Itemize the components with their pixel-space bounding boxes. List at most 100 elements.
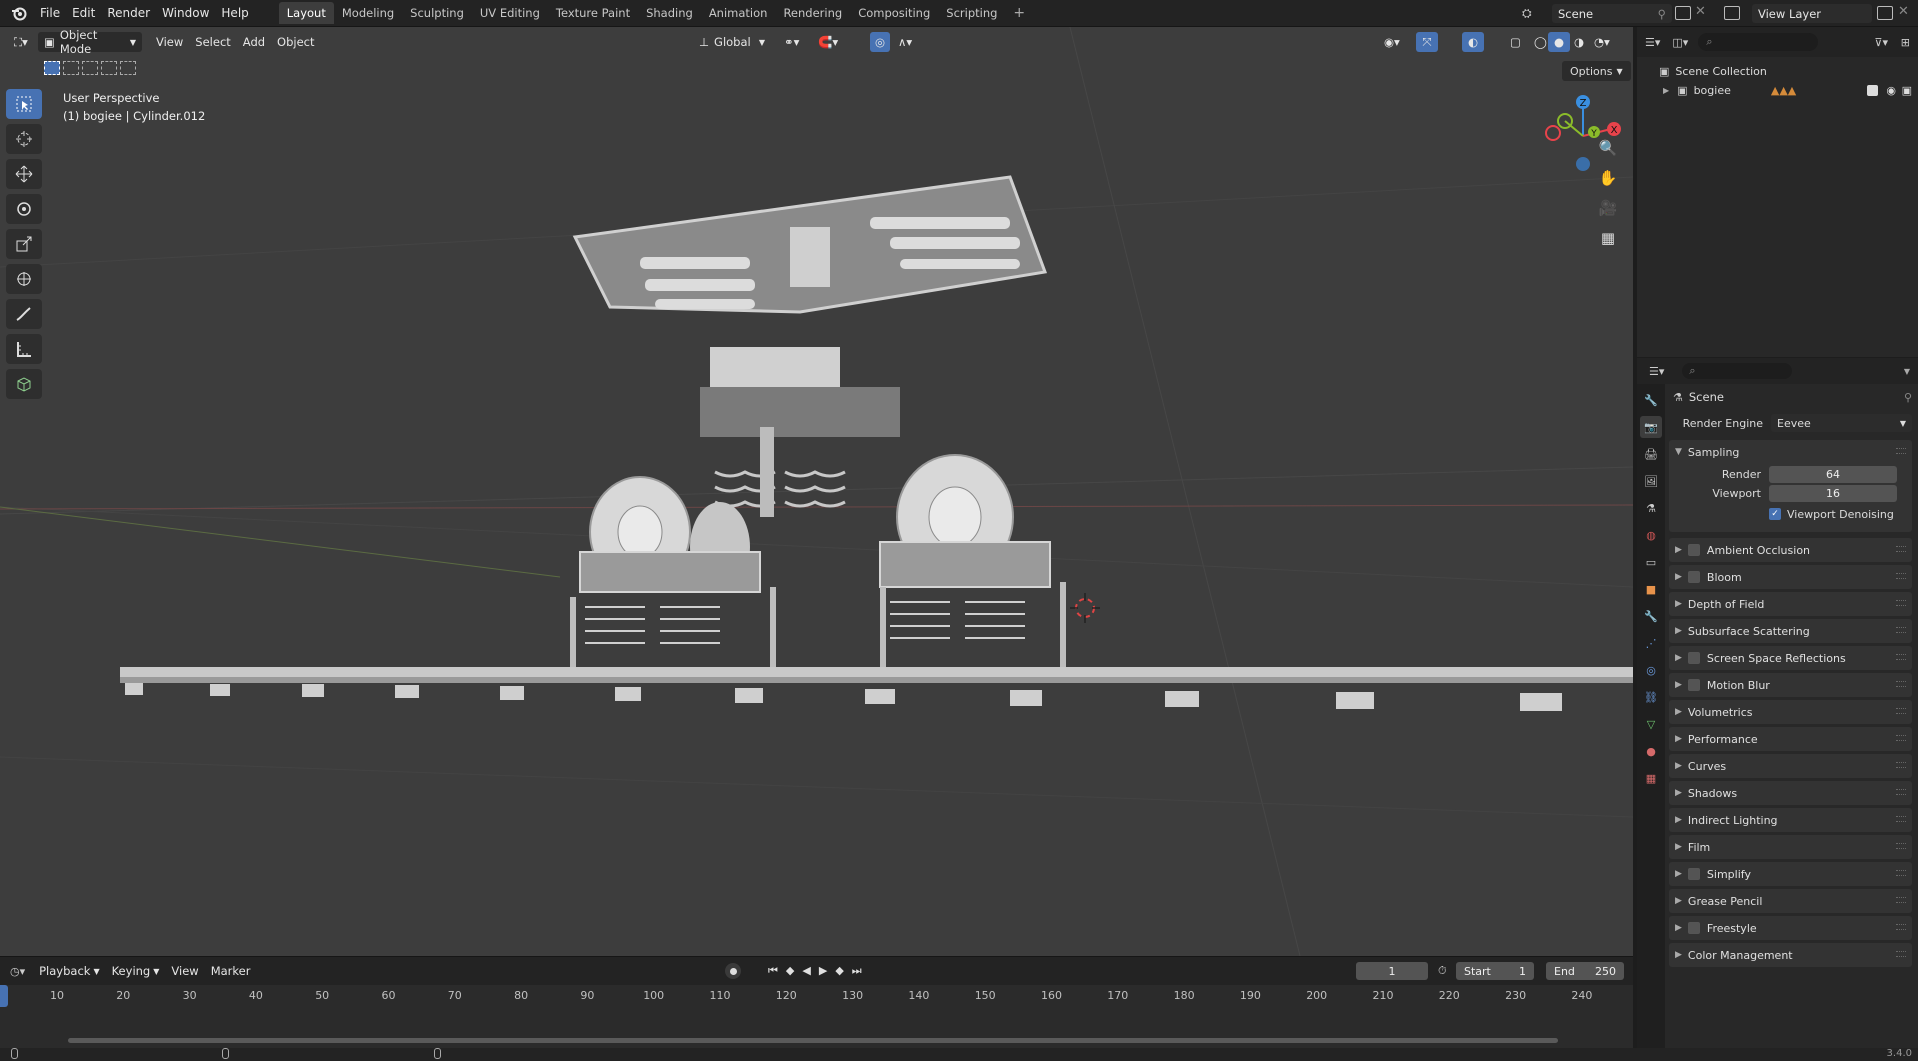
visibility-icon[interactable]: ◉▾ [1378, 32, 1406, 52]
new-collection-icon[interactable]: ⊞ [1901, 36, 1910, 49]
menu-window[interactable]: Window [156, 3, 215, 23]
scale-tool-icon[interactable] [6, 229, 42, 259]
menu-render[interactable]: Render [101, 3, 156, 23]
tab-uv-editing[interactable]: UV Editing [472, 2, 548, 24]
current-frame-field[interactable]: 1 [1356, 962, 1428, 980]
drag-handle-icon[interactable] [1896, 762, 1906, 768]
shading-solid-icon[interactable]: ● [1548, 32, 1571, 52]
viewport-denoising-checkbox[interactable]: ✓ [1769, 508, 1781, 520]
record-icon[interactable] [725, 963, 741, 979]
properties-search[interactable]: ⌕ [1682, 363, 1793, 379]
panel-curves[interactable]: ▶ Curves [1669, 754, 1912, 778]
drag-handle-icon[interactable] [1896, 870, 1906, 876]
viewport-menu-add[interactable]: Add [237, 32, 271, 52]
display-mode-icon[interactable]: ◫▾ [1672, 36, 1688, 49]
3d-viewport[interactable]: ⛶▾ ▣ Object Mode ▼ View Select Add Objec… [0, 27, 1633, 956]
marker-menu[interactable]: Marker [205, 961, 257, 981]
drag-handle-icon[interactable] [1896, 951, 1906, 957]
drag-handle-icon[interactable] [1896, 897, 1906, 903]
next-keyframe-icon[interactable]: ◆ [835, 964, 843, 978]
panel-film[interactable]: ▶ Film [1669, 835, 1912, 859]
outliner-search[interactable]: ⌕ [1698, 33, 1819, 51]
exclude-checkbox[interactable] [1867, 84, 1878, 96]
rotate-tool-icon[interactable] [6, 194, 42, 224]
drag-handle-icon[interactable] [1896, 600, 1906, 606]
tab-scripting[interactable]: Scripting [938, 2, 1005, 24]
panel-freestyle[interactable]: ▶ Freestyle [1669, 916, 1912, 940]
zoom-icon[interactable]: 🔍 [1595, 135, 1621, 161]
end-frame-field[interactable]: End 250 [1546, 962, 1624, 980]
collection-tab-icon[interactable]: ▭ [1640, 551, 1662, 573]
panel-enable-checkbox[interactable] [1687, 544, 1700, 556]
viewport-menu-object[interactable]: Object [271, 32, 320, 52]
options-dropdown[interactable]: Options ▼ [1562, 61, 1631, 81]
new-view-layer-icon[interactable] [1877, 6, 1893, 20]
scene-collection-row[interactable]: ▣ Scene Collection [1637, 61, 1918, 81]
transform-orientation-dropdown[interactable]: ⊥ Global ▼ [693, 32, 771, 52]
render-engine-dropdown[interactable]: Eevee ▼ [1771, 414, 1912, 432]
object-tab-icon[interactable]: ■ [1640, 578, 1662, 600]
panel-volumetrics[interactable]: ▶ Volumetrics [1669, 700, 1912, 724]
stopwatch-icon[interactable]: ⏱ [1438, 964, 1447, 978]
select-new-icon[interactable] [44, 61, 60, 75]
outliner-item-bogiee[interactable]: ▶ ▣ bogiee ▲▲▲ ◉ ▣ [1637, 81, 1918, 99]
modifier-tab-icon[interactable]: 🔧 [1640, 605, 1662, 627]
tab-texture-paint[interactable]: Texture Paint [548, 2, 638, 24]
panel-subsurface-scattering[interactable]: ▶ Subsurface Scattering [1669, 619, 1912, 643]
panel-enable-checkbox[interactable] [1687, 652, 1700, 664]
output-tab-icon[interactable]: 🖨 [1640, 443, 1662, 465]
tab-layout[interactable]: Layout [278, 2, 334, 24]
viewport-menu-select[interactable]: Select [189, 32, 236, 52]
start-frame-field[interactable]: Start 1 [1456, 962, 1534, 980]
annotate-tool-icon[interactable] [6, 299, 42, 329]
overlay-toggle-icon[interactable]: ◐ [1462, 32, 1484, 52]
blender-logo-icon[interactable] [8, 2, 30, 24]
select-intersect-icon[interactable] [120, 61, 136, 75]
editor-type-icon[interactable]: ☰▾ [1649, 365, 1664, 378]
camera-view-icon[interactable]: 🎥 [1595, 195, 1621, 221]
view-layer-icon[interactable] [1724, 6, 1740, 20]
render-tab-icon[interactable]: 📷 [1640, 416, 1662, 438]
particles-tab-icon[interactable]: ⋰ [1640, 632, 1662, 654]
tab-shading[interactable]: Shading [638, 2, 701, 24]
prev-keyframe-icon[interactable]: ◆ [786, 964, 794, 978]
properties-editor[interactable]: ☰▾ ⌕ ▼ 🔧 📷 🖨 🖼 ⚗ ◍ ▭ ■ 🔧 ⋰ ◎ ⛓ ▽ ● ▦ ⚗ S… [1637, 358, 1918, 1048]
timeline-scrollbar[interactable] [68, 1038, 1558, 1043]
material-tab-icon[interactable]: ● [1640, 740, 1662, 762]
drag-handle-icon[interactable] [1896, 843, 1906, 849]
panel-grease-pencil[interactable]: ▶ Grease Pencil [1669, 889, 1912, 913]
tab-animation[interactable]: Animation [701, 2, 776, 24]
panel-color-management[interactable]: ▶ Color Management [1669, 943, 1912, 967]
delete-view-layer-icon[interactable]: ✕ [1898, 4, 1909, 19]
pin-icon[interactable]: ⚲ [1658, 7, 1666, 21]
menu-file[interactable]: File [34, 3, 66, 23]
panel-screen-space-reflections[interactable]: ▶ Screen Space Reflections [1669, 646, 1912, 670]
data-tab-icon[interactable]: ▽ [1640, 713, 1662, 735]
timeline[interactable]: ◷▾ Playback ▼ Keying ▼ View Marker ⏮ ◆ ◀ ▶… [0, 956, 1633, 1049]
view-layer-field[interactable]: View Layer [1752, 4, 1872, 23]
timeline-view-menu[interactable]: View [165, 961, 204, 981]
panel-simplify[interactable]: ▶ Simplify [1669, 862, 1912, 886]
proportional-edit-icon[interactable]: ◎ [870, 32, 890, 52]
pivot-icon[interactable]: ⚭▾ [778, 32, 805, 52]
tab-sculpting[interactable]: Sculpting [402, 2, 472, 24]
select-extend-icon[interactable] [63, 61, 79, 75]
add-workspace-button[interactable]: + [1005, 1, 1033, 25]
jump-end-icon[interactable]: ⏭ [852, 964, 862, 978]
tab-modeling[interactable]: Modeling [334, 2, 402, 24]
panel-indirect-lighting[interactable]: ▶ Indirect Lighting [1669, 808, 1912, 832]
drag-handle-icon[interactable] [1896, 789, 1906, 795]
chevron-down-icon[interactable]: ▼ [1904, 367, 1910, 376]
panel-depth-of-field[interactable]: ▶ Depth of Field [1669, 592, 1912, 616]
scene-tab-icon[interactable]: ⚗ [1640, 497, 1662, 519]
panel-shadows[interactable]: ▶ Shadows [1669, 781, 1912, 805]
sampling-header[interactable]: ▼ Sampling [1669, 440, 1912, 464]
pin-icon[interactable]: ⚲ [1904, 391, 1912, 404]
panel-motion-blur[interactable]: ▶ Motion Blur [1669, 673, 1912, 697]
drag-handle-icon[interactable] [1896, 654, 1906, 660]
menu-edit[interactable]: Edit [66, 3, 101, 23]
panel-performance[interactable]: ▶ Performance [1669, 727, 1912, 751]
drag-handle-icon[interactable] [1896, 448, 1906, 454]
shading-rendered-icon[interactable]: ◔▾ [1588, 32, 1616, 52]
delete-scene-icon[interactable]: ✕ [1695, 4, 1706, 19]
